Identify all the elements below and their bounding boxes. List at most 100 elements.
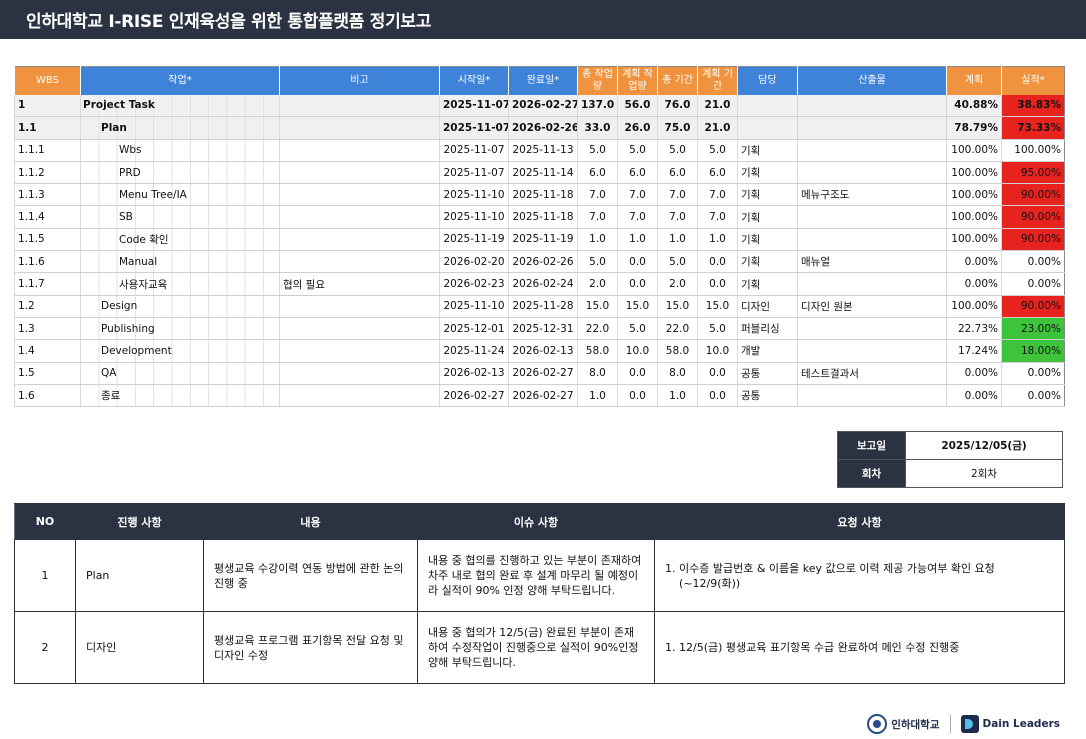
page-title: 인하대학교 I-RISE 인재육성을 위한 통합플랫폼 정기보고 bbox=[26, 12, 432, 32]
wbs-actual: 90.00% bbox=[1001, 228, 1065, 252]
wbs-task: Publishing bbox=[80, 317, 280, 341]
wbs-end: 2025-11-18 bbox=[508, 183, 578, 207]
wbs-total-work: 5.0 bbox=[577, 139, 618, 162]
wbs-total-work: 137.0 bbox=[577, 94, 618, 118]
wbs-end: 2026-02-13 bbox=[508, 339, 578, 363]
wbs-total-period: 1.0 bbox=[657, 384, 698, 408]
wbs-plan-work: 7.0 bbox=[617, 205, 658, 229]
wbs-id: 1.1.2 bbox=[14, 161, 81, 185]
wbs-start: 2026-02-13 bbox=[439, 362, 509, 385]
wbs-output bbox=[797, 272, 947, 296]
col-plan-period: 계획 기간 bbox=[697, 66, 738, 95]
wbs-note bbox=[279, 161, 440, 185]
wbs-total-work: 7.0 bbox=[577, 205, 618, 229]
report-meta-table: 보고일 2025/12/05(금) 회차 2회차 bbox=[837, 431, 1063, 488]
wbs-total-period: 7.0 bbox=[657, 183, 698, 207]
wbs-plan-period: 15.0 bbox=[697, 295, 738, 318]
wbs-output bbox=[797, 205, 947, 229]
wbs-total-work: 15.0 bbox=[577, 295, 618, 318]
wbs-plan-period: 7.0 bbox=[697, 183, 738, 207]
wbs-task: Plan bbox=[80, 116, 280, 140]
wbs-start: 2025-11-07 bbox=[439, 139, 509, 162]
wbs-total-period: 75.0 bbox=[657, 116, 698, 140]
wbs-end: 2026-02-27 bbox=[508, 94, 578, 118]
col-wbs: WBS bbox=[14, 66, 81, 95]
wbs-plan: 0.00% bbox=[946, 362, 1002, 385]
wbs-task: Menu Tree/IA bbox=[80, 183, 280, 207]
wbs-total-work: 8.0 bbox=[577, 362, 618, 385]
col-total-work: 총 작업량 bbox=[577, 66, 618, 95]
wbs-plan-work: 5.0 bbox=[617, 139, 658, 162]
request-item: 12/5(금) 평생교육 표기항목 수급 완료하여 메인 수정 진행중 bbox=[679, 640, 1054, 655]
wbs-actual: 90.00% bbox=[1001, 183, 1065, 207]
dain-mark-icon bbox=[960, 715, 979, 733]
wbs-plan-period: 0.0 bbox=[697, 362, 738, 385]
wbs-plan-period: 0.0 bbox=[697, 272, 738, 296]
wbs-total-work: 22.0 bbox=[577, 317, 618, 341]
wbs-note: 협의 필요 bbox=[279, 272, 440, 296]
wbs-note bbox=[279, 384, 440, 408]
col-no: NO bbox=[14, 503, 76, 540]
wbs-total-work: 6.0 bbox=[577, 161, 618, 185]
wbs-actual: 0.00% bbox=[1001, 362, 1065, 385]
wbs-note bbox=[279, 362, 440, 385]
issue-issue: 내용 중 협의를 진행하고 있는 부분이 존재하여 차주 내로 협의 완료 후 … bbox=[417, 539, 655, 612]
wbs-note bbox=[279, 339, 440, 363]
wbs-plan-period: 5.0 bbox=[697, 317, 738, 341]
wbs-task: QA bbox=[80, 362, 280, 385]
wbs-owner: 개발 bbox=[737, 339, 798, 363]
wbs-output bbox=[797, 116, 947, 140]
wbs-plan: 100.00% bbox=[946, 183, 1002, 207]
col-plan: 계획 bbox=[946, 66, 1002, 95]
wbs-plan-work: 0.0 bbox=[617, 362, 658, 385]
col-task: 작업* bbox=[80, 66, 280, 95]
wbs-id: 1.2 bbox=[14, 295, 81, 318]
wbs-actual: 23.00% bbox=[1001, 317, 1065, 341]
wbs-total-work: 2.0 bbox=[577, 272, 618, 296]
issue-content: 평생교육 수강이력 연동 방법에 관한 논의 진행 중 bbox=[203, 539, 418, 612]
wbs-id: 1.1 bbox=[14, 116, 81, 140]
report-date-label: 보고일 bbox=[837, 431, 906, 460]
wbs-plan-period: 5.0 bbox=[697, 139, 738, 162]
issue-header-row: NO 진행 사항 내용 이슈 사항 요청 사항 bbox=[14, 503, 1065, 540]
issue-request: 12/5(금) 평생교육 표기항목 수급 완료하여 메인 수정 진행중 bbox=[654, 611, 1065, 684]
wbs-row: 1.1.5 Code 확인 2025-11-19 2025-11-19 1.0 1.0 1.… bbox=[14, 228, 1065, 252]
wbs-total-period: 8.0 bbox=[657, 362, 698, 385]
wbs-actual: 90.00% bbox=[1001, 295, 1065, 318]
wbs-actual: 38.83% bbox=[1001, 94, 1065, 118]
col-plan-work: 계획 작업량 bbox=[617, 66, 658, 95]
wbs-plan: 0.00% bbox=[946, 250, 1002, 274]
wbs-output: 테스트결과서 bbox=[797, 362, 947, 385]
col-start: 시작일* bbox=[439, 66, 509, 95]
wbs-plan-period: 21.0 bbox=[697, 94, 738, 118]
wbs-end: 2025-11-18 bbox=[508, 205, 578, 229]
wbs-total-period: 1.0 bbox=[657, 228, 698, 252]
wbs-task: 사용자교육 bbox=[80, 272, 280, 296]
wbs-row: 1 Project Task 2025-11-07 2026-02-27 137.0 56… bbox=[14, 94, 1065, 118]
wbs-output bbox=[797, 339, 947, 363]
wbs-task: Manual bbox=[80, 250, 280, 274]
wbs-row: 1.1.6 Manual 2026-02-20 2026-02-26 5.0 0.0 5.0… bbox=[14, 250, 1065, 274]
wbs-plan-work: 10.0 bbox=[617, 339, 658, 363]
wbs-note bbox=[279, 250, 440, 274]
wbs-row: 1.3 Publishing 2025-12-01 2025-12-31 22.0 5.0… bbox=[14, 317, 1065, 341]
wbs-end: 2025-11-13 bbox=[508, 139, 578, 162]
wbs-row: 1.1 Plan 2025-11-07 2026-02-26 33.0 26.0 75.0 2… bbox=[14, 116, 1065, 140]
wbs-task: Code 확인 bbox=[80, 228, 280, 252]
inha-logo: 인하대학교 bbox=[867, 714, 940, 734]
wbs-plan-work: 0.0 bbox=[617, 272, 658, 296]
wbs-end: 2025-11-14 bbox=[508, 161, 578, 185]
wbs-start: 2025-11-10 bbox=[439, 205, 509, 229]
wbs-total-period: 5.0 bbox=[657, 139, 698, 162]
wbs-task: Wbs bbox=[80, 139, 280, 162]
issue-progress: Plan bbox=[75, 539, 204, 612]
wbs-row: 1.1.7 사용자교육 협의 필요 2026-02-23 2026-02-24 2.0 0.… bbox=[14, 272, 1065, 296]
header-bar: 인하대학교 I-RISE 인재육성을 위한 통합플랫폼 정기보고 bbox=[0, 0, 1086, 39]
wbs-task: Development bbox=[80, 339, 280, 363]
wbs-owner: 공통 bbox=[737, 362, 798, 385]
wbs-id: 1.6 bbox=[14, 384, 81, 408]
wbs-task: Project Task bbox=[80, 94, 280, 118]
issue-row: 2 디자인 평생교육 프로그램 표기항목 전달 요청 및 디자인 수정 내용 중… bbox=[14, 611, 1065, 684]
wbs-plan: 17.24% bbox=[946, 339, 1002, 363]
wbs-note bbox=[279, 116, 440, 140]
